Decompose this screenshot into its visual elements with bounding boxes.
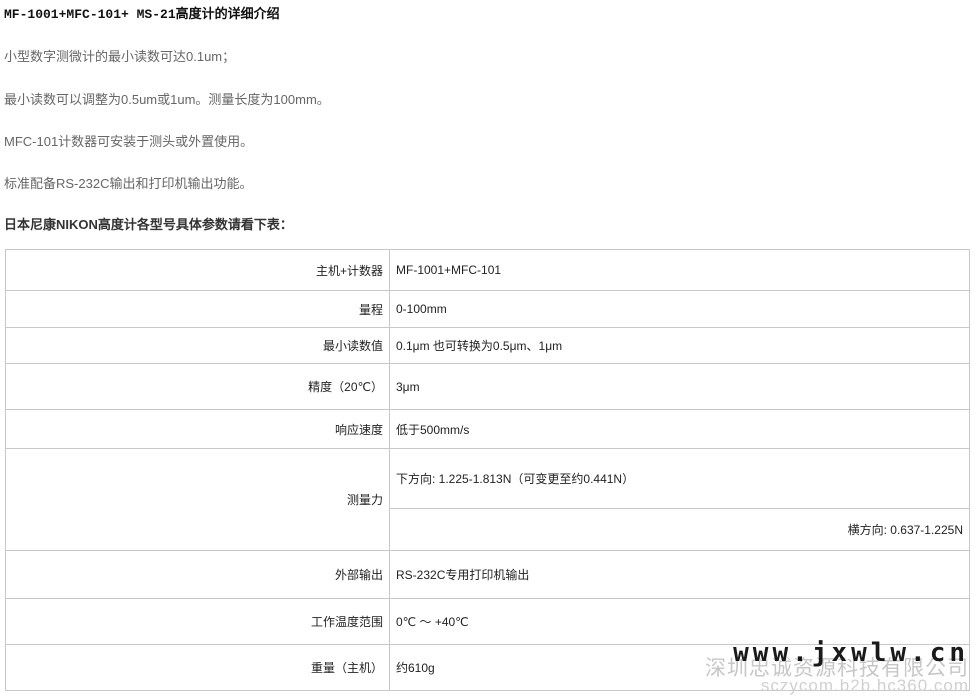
table-row: 响应速度 低于500mm/s — [5, 409, 970, 449]
spec-value-measuring-force-side: 横方向: 0.637-1.225N — [389, 508, 970, 551]
table-row: 精度（20℃） 3μm — [5, 363, 970, 410]
spec-label-range: 量程 — [5, 290, 390, 328]
intro-paragraph-2: 最小读数可以调整为0.5um或1um。测量长度为100mm。 — [4, 92, 330, 107]
spec-label-weight: 重量（主机） — [5, 644, 390, 691]
spec-value-temperature: 0℃ ～ +40℃ — [389, 598, 970, 645]
spec-label-model: 主机+计数器 — [5, 249, 390, 291]
spec-value-measuring-force-down: 下方向: 1.225-1.813N（可变更至约0.441N） — [389, 448, 970, 509]
table-row: 测量力 下方向: 1.225-1.813N（可变更至约0.441N） — [5, 448, 970, 551]
intro-paragraph-1: 小型数字测微计的最小读数可达0.1um； — [4, 49, 236, 64]
page-title: MF-1001+MFC-101+ MS-21高度计的详细介绍 — [4, 7, 280, 22]
table-row: 重量（主机） 约610g — [5, 644, 970, 691]
spec-value-weight: 约610g — [389, 644, 970, 691]
intro-paragraph-4: 标准配备RS-232C输出和打印机输出功能。 — [4, 176, 253, 191]
intro-paragraph-3: MFC-101计数器可安装于测头或外置使用。 — [4, 134, 254, 149]
table-row: 主机+计数器 MF-1001+MFC-101 — [5, 249, 970, 291]
table-row: 外部输出 RS-232C专用打印机输出 — [5, 550, 970, 599]
table-row: 工作温度范围 0℃ ～ +40℃ — [5, 598, 970, 645]
spec-label-measuring-force: 测量力 — [5, 448, 390, 551]
spec-value-output: RS-232C专用打印机输出 — [389, 550, 970, 599]
spec-table: 主机+计数器 MF-1001+MFC-101 量程 0-100mm 最小读数值 … — [5, 249, 970, 691]
spec-label-response-speed: 响应速度 — [5, 409, 390, 449]
spec-label-accuracy: 精度（20℃） — [5, 363, 390, 410]
spec-value-range: 0-100mm — [389, 290, 970, 328]
spec-value-resolution: 0.1μm 也可转换为0.5μm、1μm — [389, 327, 970, 364]
spec-value-model: MF-1001+MFC-101 — [389, 249, 970, 291]
spec-label-resolution: 最小读数值 — [5, 327, 390, 364]
table-heading: 日本尼康NIKON高度计各型号具体参数请看下表： — [4, 217, 293, 232]
table-row: 最小读数值 0.1μm 也可转换为0.5μm、1μm — [5, 327, 970, 364]
spec-label-temperature: 工作温度范围 — [5, 598, 390, 645]
table-row: 量程 0-100mm — [5, 290, 970, 328]
spec-label-output: 外部输出 — [5, 550, 390, 599]
spec-value-accuracy: 3μm — [389, 363, 970, 410]
spec-value-response-speed: 低于500mm/s — [389, 409, 970, 449]
